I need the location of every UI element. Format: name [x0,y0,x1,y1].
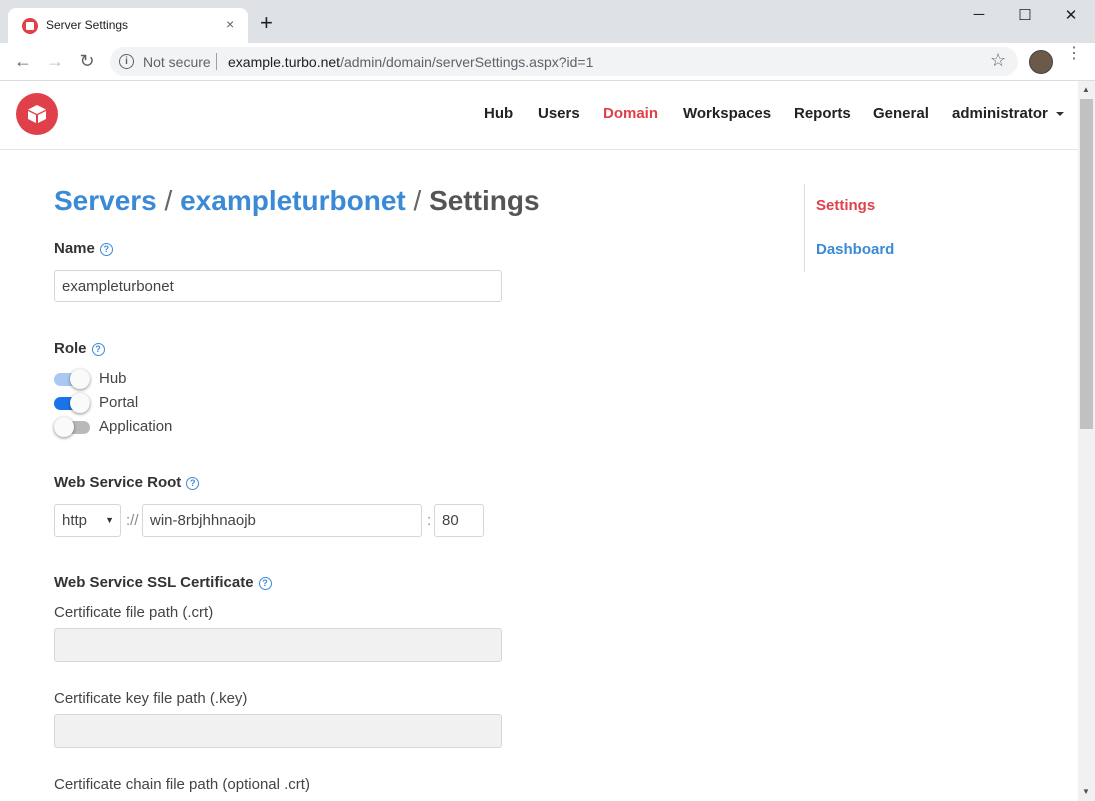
cert-file-input[interactable] [54,628,502,662]
username: administrator [952,105,1048,122]
role-hub-toggle[interactable] [54,368,90,390]
protocol-select[interactable]: http ▼ [54,504,121,537]
browser-menu-icon[interactable]: ⋮ [1066,46,1082,62]
scheme-separator: :// [126,512,139,529]
scroll-up-arrow-icon[interactable]: ▲ [1082,85,1090,94]
forward-button[interactable]: → [44,51,66,71]
profile-avatar[interactable] [1029,50,1053,74]
breadcrumb: Servers / exampleturbonet / Settings [54,185,540,217]
toggle-knob [70,369,90,389]
url-path: /admin/domain/serverSettings.aspx?id=1 [340,54,594,70]
cert-file-label: Certificate file path (.crt) [54,604,214,621]
url-host: example.turbo.net [228,54,341,70]
nav-hub[interactable]: Hub [484,105,513,122]
role-hub-label: Hub [99,370,127,387]
turbo-favicon-icon [22,18,38,34]
name-input[interactable]: exampleturbonet [54,270,502,302]
breadcrumb-separator: / [413,185,422,216]
browser-tab[interactable]: Server Settings × [8,8,248,43]
tab-close-icon[interactable]: × [226,16,234,32]
protocol-value: http [62,512,88,529]
role-application-toggle[interactable] [54,416,90,438]
help-icon[interactable]: ? [186,477,200,490]
cert-key-input[interactable] [54,714,502,748]
browser-toolbar: ← → ↻ i Not secure example.turbo.net/adm… [0,43,1095,81]
omnibox-divider [216,53,217,70]
bookmark-star-icon[interactable]: ☆ [990,50,1006,71]
nav-user-menu[interactable]: administrator [952,105,1064,122]
cert-key-label: Certificate key file path (.key) [54,690,248,707]
web-service-root-text: Web Service Root [54,474,182,491]
ssl-certificate-text: Web Service SSL Certificate [54,574,254,591]
back-button[interactable]: ← [12,51,34,71]
page-content: Hub Users Domain Workspaces Reports Gene… [0,81,1078,801]
scroll-down-arrow-icon[interactable]: ▼ [1082,787,1090,796]
nav-reports[interactable]: Reports [794,105,851,122]
nav-users[interactable]: Users [538,105,580,122]
help-icon[interactable]: ? [99,243,113,256]
url-text[interactable]: example.turbo.net/admin/domain/serverSet… [228,54,593,70]
address-bar[interactable]: i Not secure example.turbo.net/admin/dom… [110,47,1018,76]
host-input[interactable]: win-8rbjhhnaojb [142,504,422,537]
close-window-button[interactable]: ✕ [1059,6,1083,24]
nav-general[interactable]: General [873,105,929,122]
breadcrumb-servers[interactable]: Servers [54,185,157,216]
help-icon[interactable]: ? [258,577,272,590]
toggle-knob [70,393,90,413]
name-label: Name? [54,240,113,257]
port-separator: : [427,512,432,529]
breadcrumb-current: Settings [429,185,540,216]
role-application-label: Application [99,418,173,435]
role-label: Role? [54,340,105,357]
ssl-certificate-label: Web Service SSL Certificate? [54,574,272,591]
cert-chain-label: Certificate chain file path (optional .c… [54,776,310,793]
nav-workspaces[interactable]: Workspaces [683,105,771,122]
breadcrumb-separator: / [164,185,173,216]
reload-button[interactable]: ↻ [76,51,98,71]
tab-title: Server Settings [46,18,129,32]
browser-tab-bar: Server Settings × + ─ ☐ ✕ [0,0,1095,43]
security-status[interactable]: Not secure [143,54,211,70]
maximize-button[interactable]: ☐ [1013,6,1037,24]
info-icon[interactable]: i [119,54,134,69]
side-nav-settings[interactable]: Settings [816,197,875,214]
toggle-knob [54,417,74,437]
role-label-text: Role [54,340,87,357]
name-label-text: Name [54,240,95,257]
port-input[interactable]: 80 [434,504,484,537]
cube-icon [28,105,46,123]
minimize-button[interactable]: ─ [967,6,991,23]
caret-down-icon [1055,112,1064,117]
page-scrollbar[interactable]: ▲ ▼ [1078,81,1095,801]
breadcrumb-server[interactable]: exampleturbonet [180,185,406,216]
side-nav-dashboard[interactable]: Dashboard [816,241,894,258]
new-tab-button[interactable]: + [260,12,273,34]
side-nav: Settings Dashboard [804,184,1005,272]
help-icon[interactable]: ? [91,343,105,356]
select-arrow-icon: ▼ [105,515,114,525]
site-header: Hub Users Domain Workspaces Reports Gene… [0,81,1078,150]
web-service-root-label: Web Service Root? [54,474,200,491]
nav-domain[interactable]: Domain [603,105,658,122]
role-portal-toggle[interactable] [54,392,90,414]
role-portal-label: Portal [99,394,139,411]
scrollbar-thumb[interactable] [1080,99,1093,429]
turbo-logo[interactable] [16,93,58,135]
